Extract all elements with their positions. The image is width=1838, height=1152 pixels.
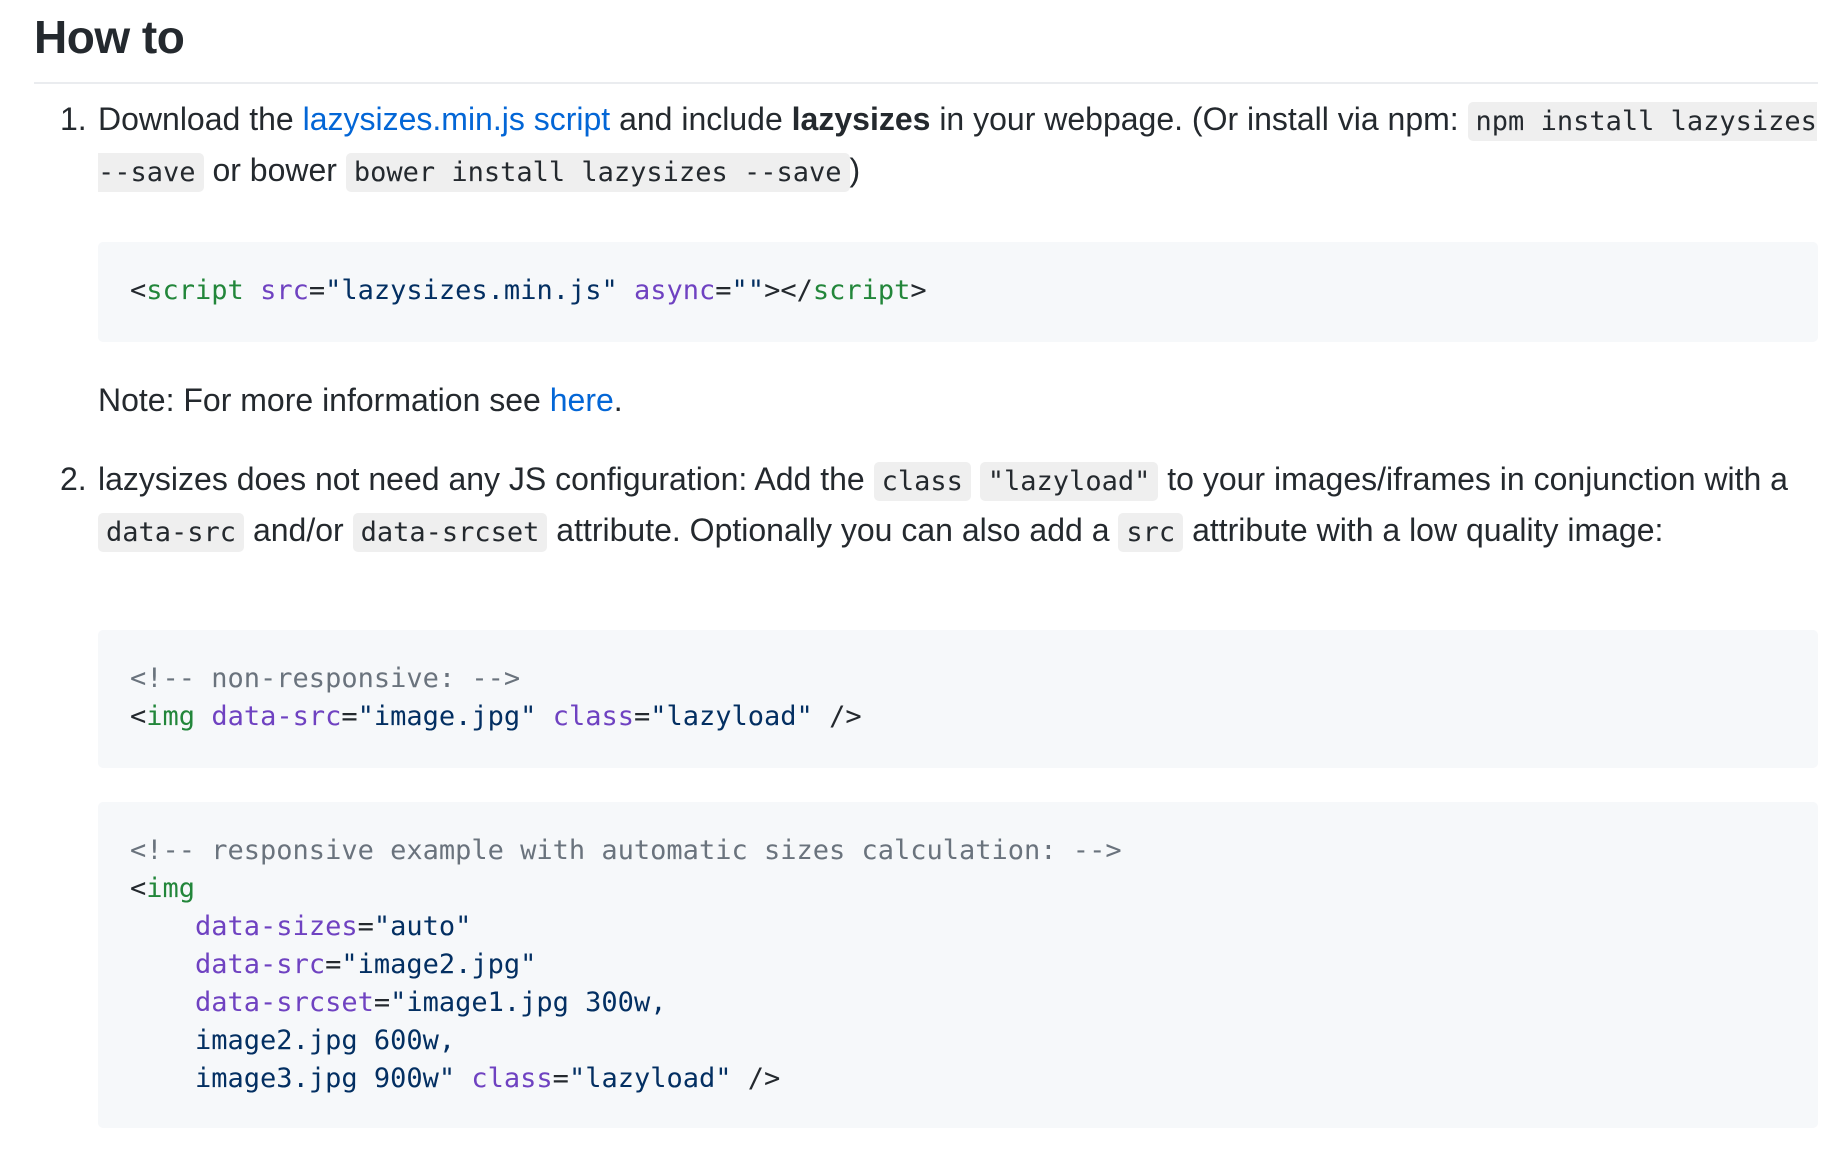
- list-item-step-1: 1. Download the lazysizes.min.js script …: [60, 95, 1818, 197]
- src-code: src: [1118, 513, 1184, 552]
- here-link[interactable]: here: [550, 382, 614, 418]
- list-number: 2.: [60, 461, 87, 497]
- data-srcset-code: data-srcset: [352, 513, 548, 552]
- code-block-script-include: <script src="lazysizes.min.js" async="">…: [98, 242, 1818, 342]
- lazyload-code: "lazyload": [979, 462, 1159, 501]
- section-heading: How to: [34, 11, 185, 63]
- lazysizes-script-link[interactable]: lazysizes.min.js script: [303, 101, 611, 137]
- step-1-text: Download the lazysizes.min.js script and…: [98, 95, 1818, 197]
- step-2-text: lazysizes does not need any JS configura…: [98, 455, 1818, 557]
- list-number: 1.: [60, 101, 87, 137]
- heading-divider: [34, 82, 1818, 84]
- lazysizes-bold: lazysizes: [791, 101, 931, 137]
- bower-install-code: bower install lazysizes --save: [345, 153, 850, 192]
- code-block-non-responsive: <!-- non-responsive: --> <img data-src="…: [98, 630, 1818, 768]
- class-code: class: [873, 462, 971, 501]
- code-block-responsive: <!-- responsive example with automatic s…: [98, 802, 1818, 1128]
- data-src-code: data-src: [98, 513, 245, 552]
- list-item-step-2: 2. lazysizes does not need any JS config…: [60, 455, 1818, 557]
- readme-page: How to 1. Download the lazysizes.min.js …: [0, 0, 1838, 1152]
- note-text: Note: For more information see here.: [98, 382, 623, 418]
